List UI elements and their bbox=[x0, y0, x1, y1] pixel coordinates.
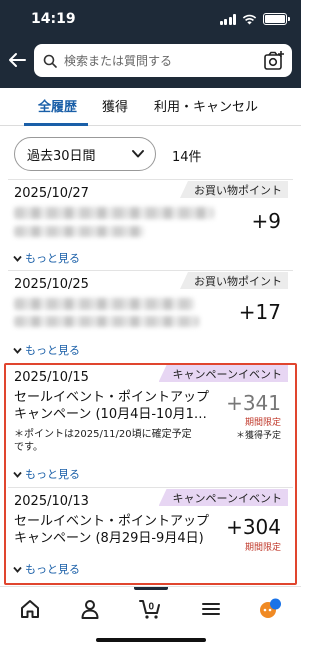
redacted-text bbox=[14, 298, 194, 310]
show-more-link[interactable]: もっと見る bbox=[13, 342, 80, 358]
points-value: +304 bbox=[226, 515, 281, 539]
search-input[interactable]: 検索または質問する bbox=[34, 44, 292, 77]
item-title-line: キャンペーン (10月4日-10月1… bbox=[14, 407, 207, 422]
redacted-text bbox=[14, 226, 144, 237]
app-header: 14:19 検索または質問する bbox=[0, 0, 301, 88]
item-date: 2025/10/27 bbox=[14, 186, 89, 201]
chevron-down-icon bbox=[13, 347, 22, 354]
show-more-link[interactable]: もっと見る bbox=[13, 250, 80, 266]
back-arrow-icon bbox=[9, 53, 26, 67]
category-badge: キャンペーンイベント bbox=[158, 489, 288, 506]
show-more-label: もっと見る bbox=[25, 468, 80, 481]
home-indicator bbox=[96, 638, 206, 642]
item-date: 2025/10/25 bbox=[14, 277, 89, 292]
divider bbox=[8, 179, 293, 180]
chevron-down-icon bbox=[13, 255, 22, 262]
status-bar: 14:19 bbox=[0, 0, 301, 40]
chevron-down-icon bbox=[13, 566, 22, 573]
back-button[interactable] bbox=[6, 48, 28, 72]
period-filter-value: 過去30日間 bbox=[27, 148, 96, 164]
home-icon[interactable] bbox=[18, 597, 42, 621]
chevron-down-icon bbox=[13, 471, 22, 478]
menu-icon[interactable] bbox=[199, 597, 223, 621]
category-badge: お買い物ポイント bbox=[180, 272, 288, 289]
category-badge: キャンペーンイベント bbox=[158, 365, 288, 382]
wifi-icon bbox=[242, 14, 257, 24]
camera-search-icon[interactable] bbox=[263, 50, 285, 72]
chevron-down-icon bbox=[132, 150, 144, 158]
ai-assistant-icon[interactable] bbox=[258, 597, 282, 621]
tab-earned[interactable]: 獲得 bbox=[102, 96, 128, 115]
show-more-link[interactable]: もっと見る bbox=[13, 466, 80, 482]
cart-icon[interactable]: 0 bbox=[138, 597, 162, 621]
pending-label: ＊獲得予定 bbox=[235, 431, 281, 441]
redacted-text bbox=[14, 207, 214, 219]
limited-period-label: 期間限定 bbox=[244, 418, 281, 428]
show-more-label: もっと見る bbox=[25, 563, 80, 576]
tab-used-cancelled[interactable]: 利用・キャンセル bbox=[154, 96, 258, 115]
item-title-line: キャンペーン (8月29日-9月4日) bbox=[14, 531, 204, 546]
item-title-line: セールイベント・ポイントアップ bbox=[14, 514, 210, 529]
category-badge: お買い物ポイント bbox=[180, 181, 288, 198]
search-placeholder: 検索または質問する bbox=[64, 54, 173, 68]
item-note: ＊ポイントは2025/11/20頃に確定予定 です。 bbox=[14, 428, 192, 454]
limited-period-label: 期間限定 bbox=[244, 543, 281, 553]
show-more-link[interactable]: もっと見る bbox=[13, 561, 80, 577]
show-more-label: もっと見る bbox=[25, 252, 80, 265]
points-value: +17 bbox=[238, 300, 281, 324]
active-nav-indicator bbox=[134, 587, 168, 590]
item-date: 2025/10/13 bbox=[14, 494, 89, 509]
signal-icon bbox=[219, 13, 236, 25]
divider bbox=[8, 270, 293, 271]
active-tab-indicator bbox=[24, 123, 88, 126]
item-title: セールイベント・ポイントアップ キャンペーン (8月29日-9月4日) bbox=[14, 513, 209, 547]
history-tabs: 全履歴 獲得 利用・キャンセル bbox=[0, 88, 301, 126]
redacted-text bbox=[14, 316, 199, 327]
period-filter-dropdown[interactable]: 過去30日間 bbox=[14, 137, 156, 171]
show-more-label: もっと見る bbox=[25, 344, 80, 357]
item-title-line: セールイベント・ポイントアップ bbox=[14, 390, 210, 405]
item-date: 2025/10/15 bbox=[14, 370, 89, 385]
points-value: +9 bbox=[251, 209, 281, 233]
divider bbox=[8, 487, 293, 488]
result-count: 14件 bbox=[172, 150, 202, 165]
account-icon[interactable] bbox=[78, 597, 102, 621]
cart-count: 0 bbox=[149, 602, 155, 613]
status-icons bbox=[219, 13, 290, 25]
tab-all-history[interactable]: 全履歴 bbox=[38, 96, 77, 115]
points-value: +341 bbox=[226, 391, 281, 415]
search-icon bbox=[43, 54, 57, 68]
battery-icon bbox=[263, 13, 290, 25]
item-title: セールイベント・ポイントアップ キャンペーン (10月4日-10月1… bbox=[14, 389, 209, 423]
item-note-line: ＊ポイントは2025/11/20頃に確定予定 bbox=[14, 429, 192, 440]
status-time: 14:19 bbox=[31, 11, 76, 27]
item-note-line: です。 bbox=[14, 442, 43, 453]
